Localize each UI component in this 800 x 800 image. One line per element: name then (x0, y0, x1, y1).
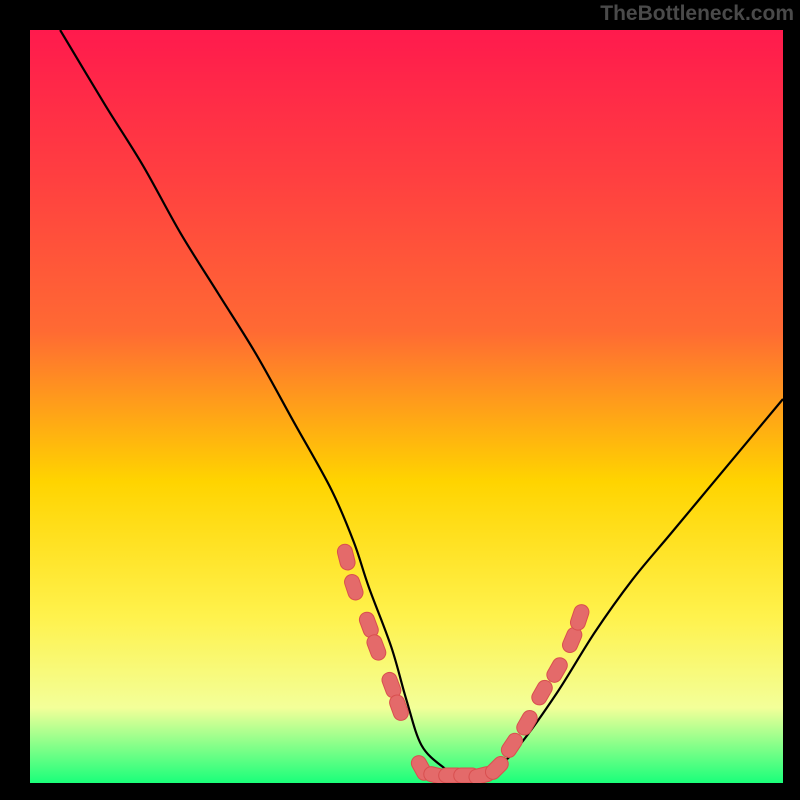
watermark-text: TheBottleneck.com (600, 2, 794, 26)
plot-svg (30, 30, 783, 783)
gradient-background (30, 30, 783, 783)
bottleneck-plot (30, 30, 783, 783)
chart-frame: TheBottleneck.com (0, 0, 800, 800)
